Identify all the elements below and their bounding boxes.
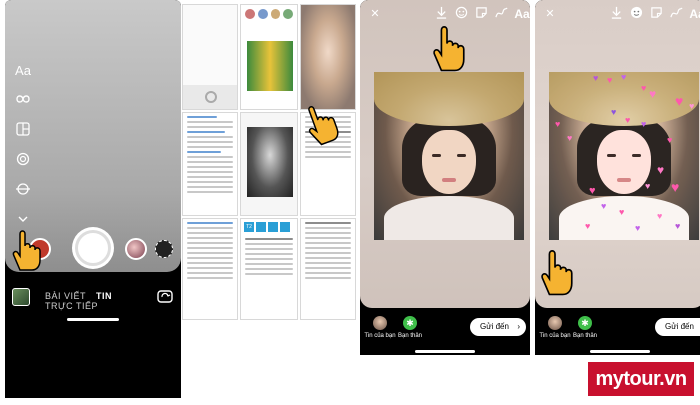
draw-icon[interactable]: [669, 6, 683, 22]
gallery-photo[interactable]: [182, 218, 238, 320]
heart-effect-icon: ♥: [645, 181, 651, 191]
heart-effect-icon: ♥: [567, 133, 573, 143]
face-filter-icon[interactable]: [629, 6, 643, 22]
chevron-right-icon: ›: [517, 322, 520, 331]
heart-effect-icon: ♥: [641, 119, 647, 129]
heart-effect-icon: ♥: [611, 107, 617, 117]
sticker-icon[interactable]: [649, 6, 663, 22]
hand-pointer-icon: [541, 250, 573, 296]
editor-toolbar: ✕ Aa: [543, 6, 700, 22]
story-photo: [374, 72, 524, 240]
text-tool[interactable]: Aa: [514, 6, 530, 22]
heart-effect-icon: ♥: [667, 135, 673, 145]
mode-live[interactable]: TRỰC TIẾP: [45, 301, 98, 311]
effect-thumbnail[interactable]: [125, 238, 147, 260]
gallery-photo[interactable]: T2: [240, 218, 298, 320]
heart-effect-icon: ♥: [555, 119, 561, 129]
share-bar: Tin của bạn ✱ Bạn thân Gửi đến ›: [360, 308, 530, 355]
gallery-photo[interactable]: [300, 218, 356, 320]
hand-pointer-icon: [12, 230, 41, 271]
close-friends-button[interactable]: ✱ Bạn thân: [565, 316, 605, 339]
heart-effect-icon: ♥: [657, 211, 663, 221]
close-friends-button[interactable]: ✱ Bạn thân: [390, 316, 430, 339]
draw-icon[interactable]: [494, 6, 508, 22]
level-icon[interactable]: [14, 182, 32, 200]
layout-icon[interactable]: [14, 122, 32, 140]
camera-tools: Aa: [14, 62, 32, 242]
flip-camera-icon[interactable]: [157, 288, 173, 304]
download-icon[interactable]: [609, 6, 623, 22]
gallery-photo[interactable]: [240, 112, 298, 216]
heart-effect-icon: ♥: [621, 72, 627, 82]
heart-effect-icon: ♥: [675, 221, 681, 231]
effect-thumbnail[interactable]: [155, 240, 173, 258]
mode-story[interactable]: TIN: [96, 291, 112, 301]
heart-effect-icon: ♥: [619, 207, 625, 217]
heart-effect-icon: ♥: [607, 75, 613, 85]
calendar-day-badge: T2: [244, 222, 254, 232]
heart-effect-icon: ♥: [593, 73, 599, 83]
heart-effect-icon: ♥: [589, 185, 596, 197]
create-text-tool[interactable]: Aa: [14, 62, 32, 80]
mode-post[interactable]: BÀI VIẾT: [45, 291, 86, 301]
send-to-button[interactable]: Gửi đến ›: [655, 318, 700, 336]
hand-pointer-icon: [433, 26, 465, 72]
sticker-icon[interactable]: [474, 6, 488, 22]
heart-effect-icon: ♥: [675, 93, 684, 109]
share-bar: Tin của bạn ✱ Bạn thân Gửi đến ›: [535, 308, 700, 355]
heart-effect-icon: ♥: [649, 87, 657, 101]
gallery-button[interactable]: [12, 288, 30, 306]
close-icon[interactable]: ✕: [368, 6, 382, 22]
heart-effect-icon: ♥: [641, 83, 647, 93]
heart-effect-icon: ♥: [585, 221, 591, 231]
story-editor-filtered: ✕ Aa ♥ ♥ ♥ ♥ ♥ ♥ ♥ ♥ ♥ ♥ ♥ ♥ ♥: [535, 0, 700, 355]
send-to-button[interactable]: Gửi đến ›: [470, 318, 526, 336]
heart-effect-icon: ♥: [657, 163, 665, 177]
gallery-photo[interactable]: [240, 4, 298, 110]
gallery-photo[interactable]: [182, 4, 238, 110]
shutter-button[interactable]: [75, 230, 111, 266]
home-indicator: [67, 318, 119, 321]
gallery-photo[interactable]: [300, 4, 356, 110]
camera-screen: Aa BÀI VIẾT TIN TRỰC TIẾP: [5, 0, 181, 398]
heart-effect-icon: ♥: [625, 115, 631, 125]
heart-effect-icon: ♥: [689, 101, 695, 111]
brand-watermark: mytour.vn: [588, 362, 694, 396]
close-icon[interactable]: ✕: [543, 6, 557, 22]
heart-effect-icon: ♥: [671, 179, 680, 195]
heart-effect-icon: ♥: [601, 201, 607, 211]
text-tool[interactable]: Aa: [689, 6, 700, 22]
gallery-photo[interactable]: [182, 112, 238, 216]
home-indicator: [415, 350, 475, 353]
boomerang-icon[interactable]: [14, 92, 32, 110]
heart-effect-icon: ♥: [635, 223, 641, 233]
story-photo: ♥ ♥ ♥ ♥ ♥ ♥ ♥ ♥ ♥ ♥ ♥ ♥ ♥ ♥ ♥ ♥ ♥ ♥ ♥ ♥ …: [549, 72, 699, 240]
home-indicator: [590, 350, 650, 353]
recent-photos-gallery: T2: [181, 0, 357, 322]
multi-capture-icon[interactable]: [14, 152, 32, 170]
